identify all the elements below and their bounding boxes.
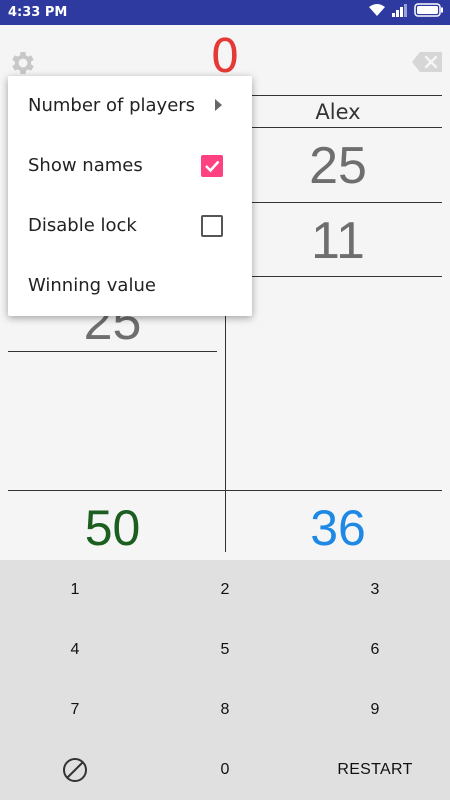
divider bbox=[226, 276, 442, 277]
divider bbox=[226, 127, 442, 128]
status-icons bbox=[368, 3, 444, 17]
menu-item-label: Number of players bbox=[28, 95, 196, 116]
player-name[interactable]: Alex bbox=[226, 100, 450, 124]
menu-item-label: Winning value bbox=[28, 275, 156, 296]
gear-icon[interactable] bbox=[8, 48, 38, 78]
menu-item-label: Disable lock bbox=[28, 215, 137, 236]
menu-item-number-of-players[interactable]: Number of players bbox=[8, 76, 252, 136]
disable-lock-checkbox[interactable] bbox=[201, 215, 223, 237]
key-2[interactable]: 2 bbox=[150, 560, 300, 620]
key-1[interactable]: 1 bbox=[0, 560, 150, 620]
battery-icon bbox=[414, 3, 443, 17]
key-6[interactable]: 6 bbox=[300, 620, 450, 680]
backspace-icon[interactable] bbox=[411, 51, 443, 73]
divider bbox=[226, 95, 442, 96]
player-total-right: 36 bbox=[310, 500, 366, 556]
menu-item-winning-value[interactable]: Winning value bbox=[8, 256, 252, 316]
menu-item-disable-lock[interactable]: Disable lock bbox=[8, 196, 252, 256]
checkmark-icon bbox=[205, 160, 220, 173]
key-3[interactable]: 3 bbox=[300, 560, 450, 620]
divider bbox=[226, 202, 442, 203]
status-bar: 4:33 PM bbox=[0, 0, 450, 25]
restart-button[interactable]: RESTART bbox=[300, 740, 450, 800]
keypad: 1 2 3 4 5 6 7 8 9 0 RESTART bbox=[0, 560, 450, 800]
submenu-arrow-icon bbox=[215, 99, 222, 111]
score-entry[interactable]: 25 bbox=[226, 140, 450, 192]
status-time: 4:33 PM bbox=[8, 5, 68, 20]
center-score: 0 bbox=[210, 29, 240, 83]
menu-item-show-names[interactable]: Show names bbox=[8, 136, 252, 196]
score-entry[interactable]: 11 bbox=[226, 215, 450, 267]
settings-menu: Number of players Show names Disable loc… bbox=[8, 76, 252, 316]
key-8[interactable]: 8 bbox=[150, 680, 300, 740]
show-names-checkbox[interactable] bbox=[201, 155, 223, 177]
wifi-icon bbox=[369, 4, 385, 16]
player-total-left: 50 bbox=[84, 500, 141, 556]
signal-icon bbox=[392, 4, 407, 17]
divider bbox=[8, 351, 217, 352]
key-9[interactable]: 9 bbox=[300, 680, 450, 740]
restart-label: RESTART bbox=[337, 761, 413, 778]
key-4[interactable]: 4 bbox=[0, 620, 150, 680]
key-5[interactable]: 5 bbox=[150, 620, 300, 680]
key-0[interactable]: 0 bbox=[150, 740, 300, 800]
no-entry-circle-icon bbox=[63, 758, 87, 782]
menu-item-label: Show names bbox=[28, 155, 143, 176]
clear-key[interactable] bbox=[0, 740, 150, 800]
key-7[interactable]: 7 bbox=[0, 680, 150, 740]
